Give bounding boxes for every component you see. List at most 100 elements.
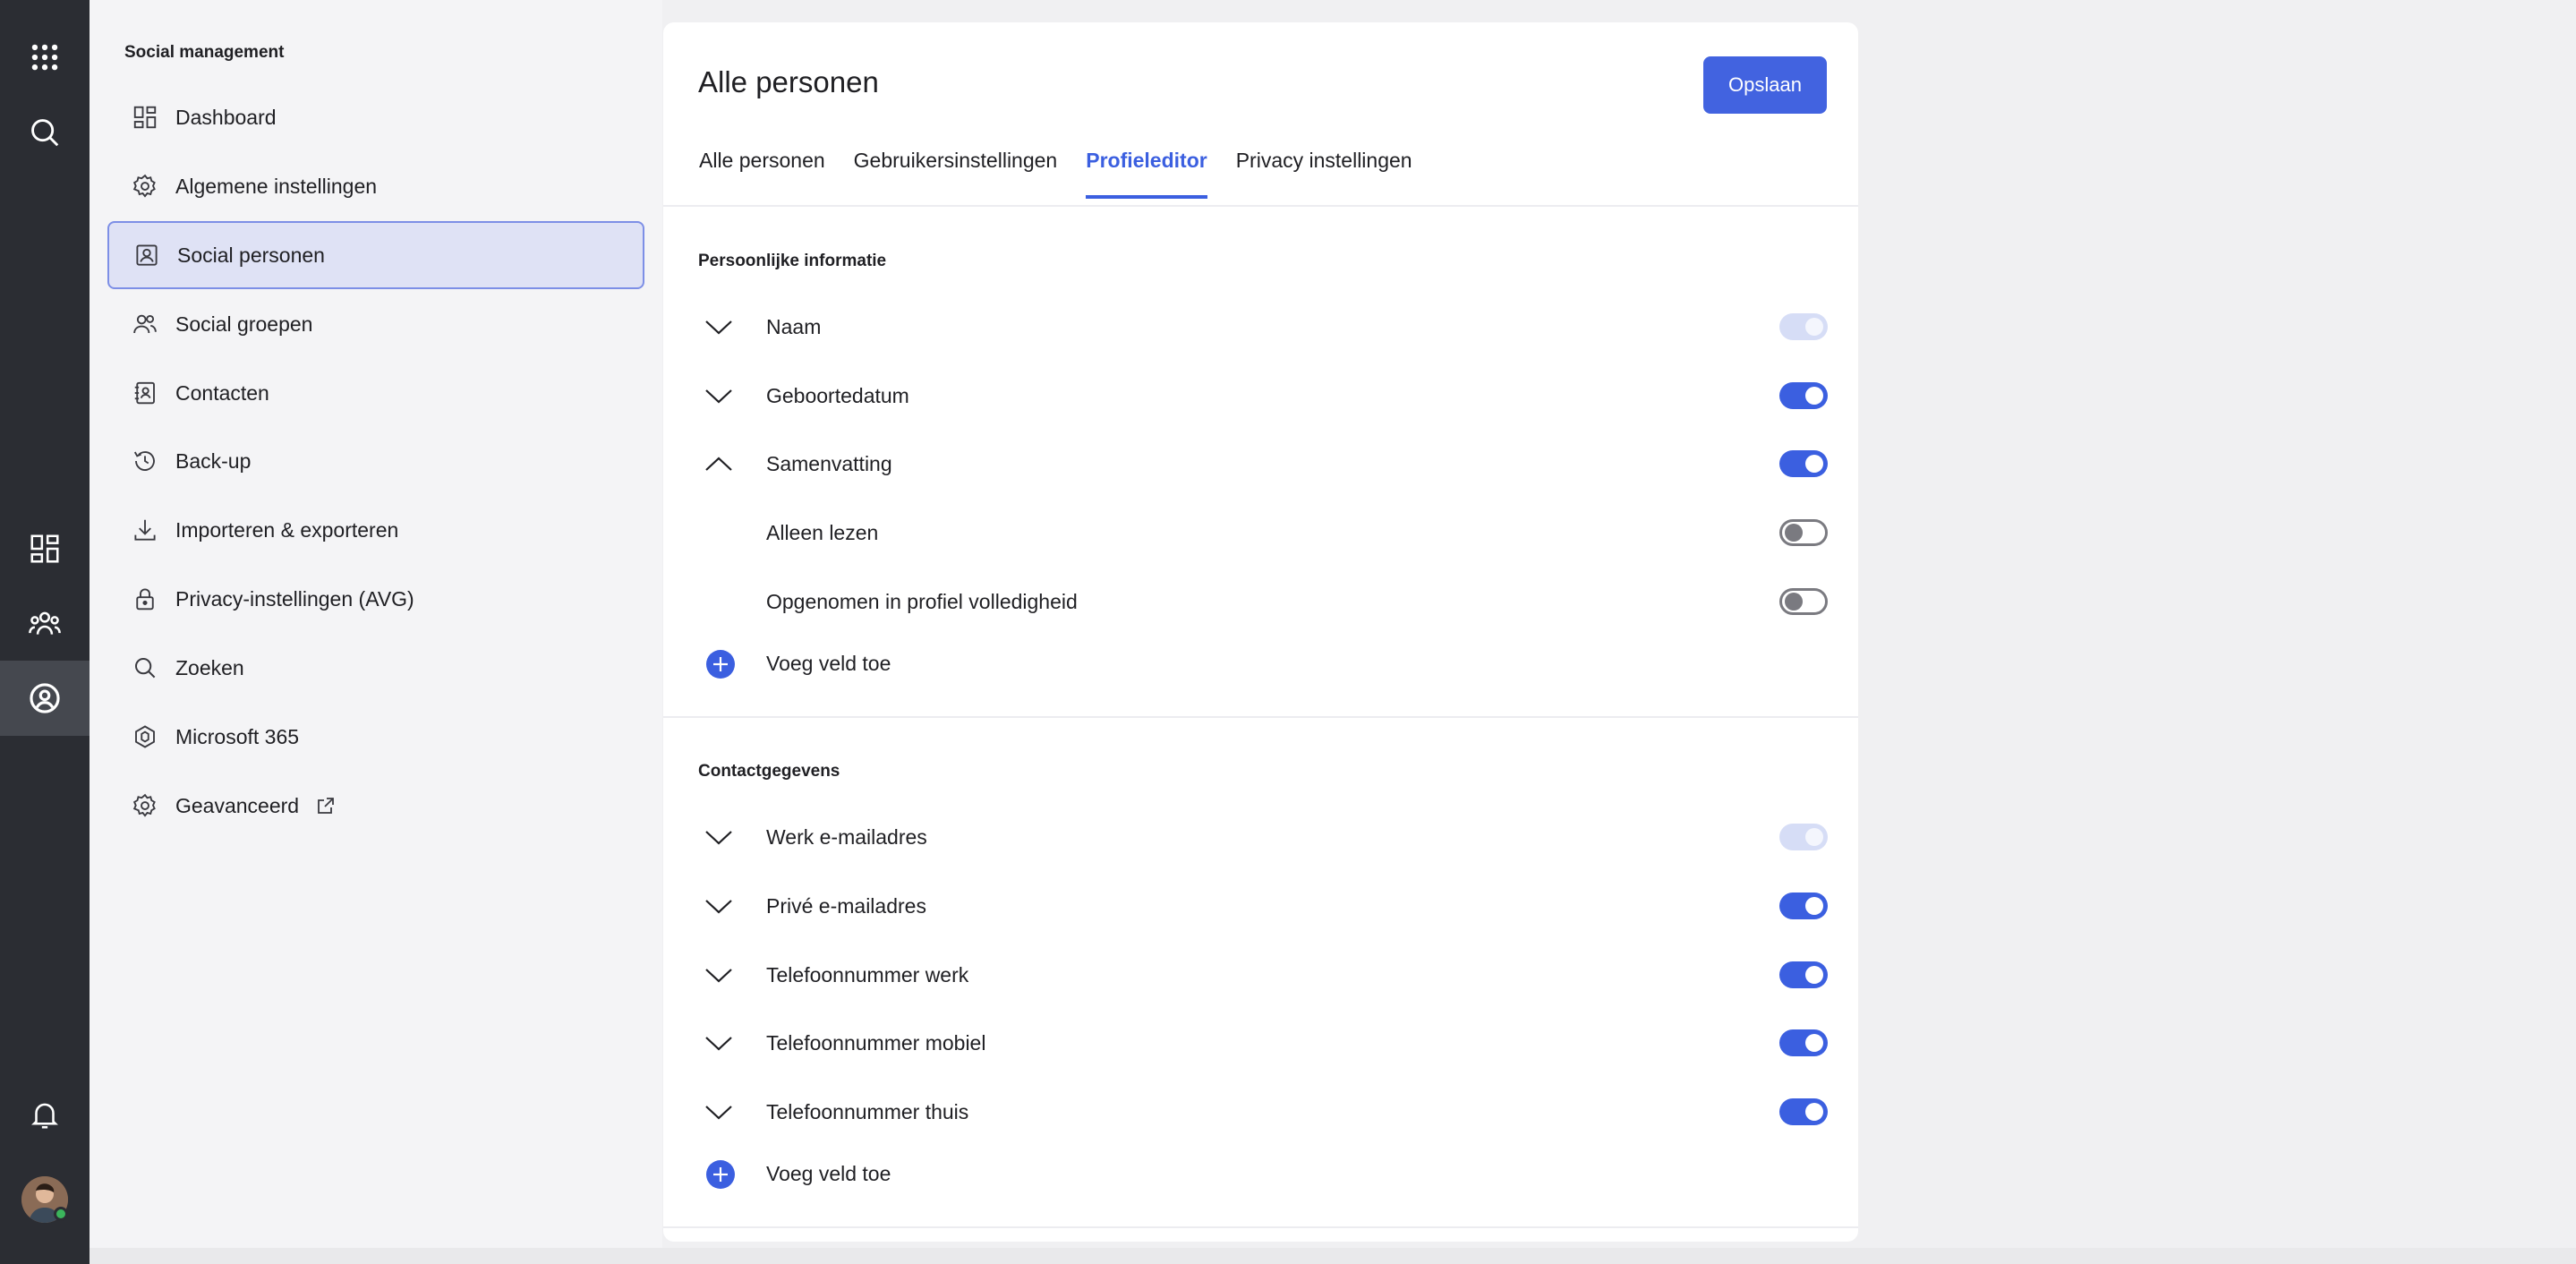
history-icon xyxy=(107,448,175,474)
section-title-persoonlijke-informatie: Persoonlijke informatie xyxy=(698,252,887,270)
bell-icon[interactable] xyxy=(0,1077,90,1152)
field-toggle[interactable] xyxy=(1779,450,1828,477)
divider xyxy=(663,1226,1858,1228)
add-field-button[interactable]: Voeg veld toe xyxy=(663,636,1858,690)
gear-icon xyxy=(107,792,175,819)
sidebar-title: Social management xyxy=(124,43,285,62)
field-toggle[interactable] xyxy=(1779,1098,1828,1125)
chevron-down-icon[interactable] xyxy=(704,316,734,337)
sidebar-item-label: Geavanceerd xyxy=(175,793,300,817)
add-field-label: Voeg veld toe xyxy=(766,1162,891,1185)
sidebar-item-microsoft-365[interactable]: Microsoft 365 xyxy=(107,703,644,771)
profile-editor-panel: Alle personen Opslaan Alle personen Gebr… xyxy=(663,22,1858,1242)
sidebar-item-label: Privacy-instellingen (AVG) xyxy=(175,586,414,611)
field-label: Privé e-mailadres xyxy=(766,894,926,918)
field-toggle[interactable] xyxy=(1779,382,1828,409)
option-toggle[interactable] xyxy=(1779,588,1828,615)
social-profile-icon[interactable] xyxy=(0,661,90,736)
field-label: Telefoonnummer werk xyxy=(766,963,969,986)
search-icon xyxy=(107,654,175,681)
group-icon xyxy=(107,311,175,337)
field-toggle xyxy=(1779,824,1828,850)
field-label: Samenvatting xyxy=(766,452,892,475)
field-toggle[interactable] xyxy=(1779,961,1828,988)
field-row-telefoonnummer-mobiel: Telefoonnummer mobiel xyxy=(663,1009,1858,1077)
field-label: Werk e-mailadres xyxy=(766,825,927,849)
sidebar-item-privacy-instellingen[interactable]: Privacy-instellingen (AVG) xyxy=(107,565,644,633)
sidebar-item-dashboard[interactable]: Dashboard xyxy=(107,83,644,151)
sidebar-item-back-up[interactable]: Back-up xyxy=(107,427,644,495)
field-toggle xyxy=(1779,313,1828,340)
divider xyxy=(663,716,1858,718)
field-label: Telefoonnummer thuis xyxy=(766,1100,969,1123)
apps-grid-icon[interactable] xyxy=(0,20,90,95)
option-label: Alleen lezen xyxy=(766,521,879,544)
external-link-icon xyxy=(318,798,334,814)
field-option-profiel-volledigheid: Opgenomen in profiel volledigheid xyxy=(663,568,1858,636)
tab-gebruikersinstellingen[interactable]: Gebruikersinstellingen xyxy=(854,141,1058,199)
tab-bar: Alle personen Gebruikersinstellingen Pro… xyxy=(699,141,1441,199)
plus-icon xyxy=(706,650,735,679)
sidebar-item-label: Dashboard xyxy=(175,105,277,129)
save-button[interactable]: Opslaan xyxy=(1703,56,1827,114)
app-rail xyxy=(0,0,90,1264)
chevron-down-icon[interactable] xyxy=(704,1101,734,1123)
sidebar-item-contacten[interactable]: Contacten xyxy=(107,359,644,427)
person-card-icon xyxy=(109,242,177,269)
sidebar-item-zoeken[interactable]: Zoeken xyxy=(107,634,644,702)
search-icon[interactable] xyxy=(0,95,90,170)
dashboard-icon xyxy=(107,104,175,131)
sidebar-item-algemene-instellingen[interactable]: Algemene instellingen xyxy=(107,152,644,220)
sidebar: Social management Dashboard Algemene ins… xyxy=(90,0,662,1264)
add-field-button[interactable]: Voeg veld toe xyxy=(663,1147,1858,1200)
field-label: Telefoonnummer mobiel xyxy=(766,1031,986,1055)
field-row-telefoonnummer-werk: Telefoonnummer werk xyxy=(663,941,1858,1009)
online-status-indicator xyxy=(54,1207,68,1221)
option-label: Opgenomen in profiel volledigheid xyxy=(766,590,1078,613)
field-row-werk-e-mailadres: Werk e-mailadres xyxy=(663,803,1858,871)
contact-book-icon xyxy=(107,380,175,406)
field-toggle[interactable] xyxy=(1779,892,1828,919)
chevron-down-icon[interactable] xyxy=(704,964,734,986)
chevron-down-icon[interactable] xyxy=(704,1032,734,1054)
people-icon[interactable] xyxy=(0,585,90,661)
sidebar-item-social-groepen[interactable]: Social groepen xyxy=(107,290,644,358)
add-field-label: Voeg veld toe xyxy=(766,652,891,675)
microsoft-365-icon xyxy=(107,723,175,750)
divider xyxy=(663,205,1858,207)
sidebar-item-importeren-exporteren[interactable]: Importeren & exporteren xyxy=(107,496,644,564)
sidebar-item-social-personen[interactable]: Social personen xyxy=(107,221,644,289)
tab-alle-personen[interactable]: Alle personen xyxy=(699,141,825,199)
bottom-edge xyxy=(90,1248,2576,1264)
dashboard-icon[interactable] xyxy=(0,511,90,586)
field-option-alleen-lezen: Alleen lezen xyxy=(663,499,1858,567)
plus-icon xyxy=(706,1160,735,1189)
field-row-prive-e-mailadres: Privé e-mailadres xyxy=(663,872,1858,940)
download-icon xyxy=(107,517,175,543)
field-row-telefoonnummer-thuis: Telefoonnummer thuis xyxy=(663,1078,1858,1146)
page-title: Alle personen xyxy=(698,65,879,98)
sidebar-item-label: Contacten xyxy=(175,380,269,405)
lock-icon xyxy=(107,585,175,612)
sidebar-item-label: Algemene instellingen xyxy=(175,174,378,198)
tab-privacy-instellingen[interactable]: Privacy instellingen xyxy=(1236,141,1412,199)
sidebar-item-label: Zoeken xyxy=(175,655,244,679)
field-row-naam: Naam xyxy=(663,293,1858,361)
field-label: Naam xyxy=(766,315,822,338)
field-row-geboortedatum: Geboortedatum xyxy=(663,362,1858,430)
sidebar-item-label: Social groepen xyxy=(175,312,313,336)
section-title-contactgegevens: Contactgegevens xyxy=(698,762,840,781)
field-row-samenvatting: Samenvatting xyxy=(663,430,1858,498)
tab-profieleditor[interactable]: Profieleditor xyxy=(1086,141,1207,199)
chevron-down-icon[interactable] xyxy=(704,385,734,406)
field-label: Geboortedatum xyxy=(766,384,909,407)
sidebar-item-label: Importeren & exporteren xyxy=(175,517,399,542)
field-toggle[interactable] xyxy=(1779,1029,1828,1056)
chevron-up-icon[interactable] xyxy=(704,453,734,474)
option-toggle[interactable] xyxy=(1779,519,1828,546)
sidebar-item-geavanceerd[interactable]: Geavanceerd xyxy=(107,772,644,840)
sidebar-item-label: Microsoft 365 xyxy=(175,724,300,748)
chevron-down-icon[interactable] xyxy=(704,826,734,848)
chevron-down-icon[interactable] xyxy=(704,895,734,917)
sidebar-item-label: Back-up xyxy=(175,448,252,473)
